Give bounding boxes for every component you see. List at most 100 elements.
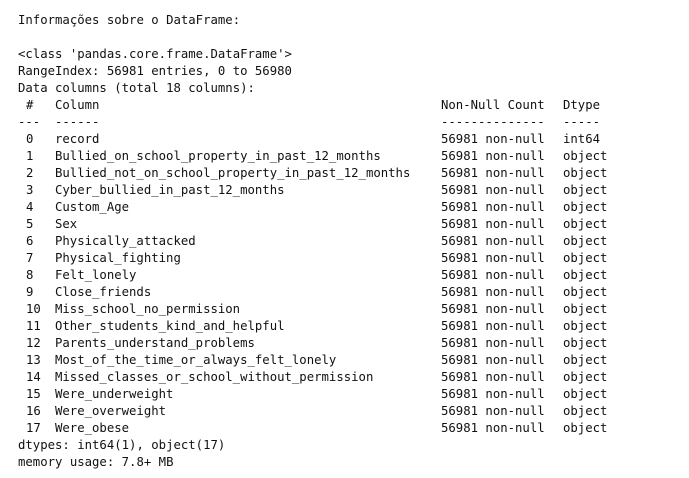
row-column-name: Cyber_bullied_in_past_12_months — [55, 183, 285, 197]
row-non-null-count: 56981 non-null — [441, 370, 545, 384]
row-dtype: object — [563, 166, 608, 180]
row-column-name: Sex — [55, 217, 78, 231]
row-non-null-count: 56981 non-null — [441, 268, 545, 282]
row-num: 12 — [26, 336, 41, 350]
table-row: 6 Physically_attacked 56981 non-null object — [0, 233, 689, 250]
row-dtype: object — [563, 302, 608, 316]
table-row: 11 Other_students_kind_and_helpful 56981 n… — [0, 318, 689, 335]
class-line: <class 'pandas.core.frame.DataFrame'> — [18, 47, 292, 61]
row-column-name: Other_students_kind_and_helpful — [55, 319, 285, 333]
row-non-null-count: 56981 non-null — [441, 421, 545, 435]
output-heading: Informações sobre o DataFrame: — [18, 13, 241, 27]
row-num: 0 — [26, 132, 34, 146]
row-column-name: record — [55, 132, 100, 146]
row-column-name: Close_friends — [55, 285, 152, 299]
row-num: 2 — [26, 166, 34, 180]
table-row: 12 Parents_understand_problems 56981 non-n… — [0, 335, 689, 352]
table-row: 4 Custom_Age 56981 non-null object — [0, 199, 689, 216]
row-non-null-count: 56981 non-null — [441, 404, 545, 418]
separator-num: --- — [18, 115, 41, 129]
row-num: 10 — [26, 302, 41, 316]
notebook-output: Informações sobre o DataFrame: <class 'p… — [0, 0, 689, 478]
row-column-name: Bullied_not_on_school_property_in_past_1… — [55, 166, 411, 180]
row-column-name: Physical_fighting — [55, 251, 181, 265]
row-dtype: object — [563, 404, 608, 418]
dtypes-line: dtypes: int64(1), object(17) — [18, 438, 226, 452]
row-non-null-count: 56981 non-null — [441, 302, 545, 316]
row-dtype: int64 — [563, 132, 601, 146]
row-num: 7 — [26, 251, 34, 265]
row-num: 6 — [26, 234, 34, 248]
row-non-null-count: 56981 non-null — [441, 387, 545, 401]
row-num: 16 — [26, 404, 41, 418]
row-column-name: Bullied_on_school_property_in_past_12_mo… — [55, 149, 381, 163]
row-column-name: Miss_school_no_permission — [55, 302, 241, 316]
row-column-name: Custom_Age — [55, 200, 130, 214]
row-dtype: object — [563, 319, 608, 333]
table-row: 16 Were_overweight 56981 non-null object — [0, 403, 689, 420]
row-non-null-count: 56981 non-null — [441, 166, 545, 180]
row-dtype: object — [563, 285, 608, 299]
row-non-null-count: 56981 non-null — [441, 336, 545, 350]
row-column-name: Were_obese — [55, 421, 130, 435]
table-row: 13 Most_of_the_time_or_always_felt_lonely… — [0, 352, 689, 369]
table-row: 10 Miss_school_no_permission 56981 non-nul… — [0, 301, 689, 318]
separator-count: -------------- — [441, 115, 545, 129]
row-column-name: Physically_attacked — [55, 234, 196, 248]
row-num: 17 — [26, 421, 41, 435]
row-dtype: object — [563, 387, 608, 401]
separator-dtype: ----- — [563, 115, 601, 129]
row-non-null-count: 56981 non-null — [441, 183, 545, 197]
table-header: # Column Non-Null Count Dtype — [0, 97, 689, 114]
row-dtype: object — [563, 353, 608, 367]
range-index-line: RangeIndex: 56981 entries, 0 to 56980 — [18, 64, 292, 78]
row-non-null-count: 56981 non-null — [441, 319, 545, 333]
row-non-null-count: 56981 non-null — [441, 285, 545, 299]
row-non-null-count: 56981 non-null — [441, 200, 545, 214]
header-column: Column — [55, 98, 100, 112]
table-row: 14 Missed_classes_or_school_without_permi… — [0, 369, 689, 386]
row-non-null-count: 56981 non-null — [441, 149, 545, 163]
table-row: 5 Sex 56981 non-null object — [0, 216, 689, 233]
row-dtype: object — [563, 336, 608, 350]
row-num: 1 — [26, 149, 34, 163]
row-non-null-count: 56981 non-null — [441, 251, 545, 265]
data-columns-line: Data columns (total 18 columns): — [18, 81, 255, 95]
row-num: 15 — [26, 387, 41, 401]
row-num: 13 — [26, 353, 41, 367]
row-num: 5 — [26, 217, 34, 231]
row-num: 4 — [26, 200, 34, 214]
row-non-null-count: 56981 non-null — [441, 132, 545, 146]
row-dtype: object — [563, 234, 608, 248]
row-dtype: object — [563, 421, 608, 435]
row-column-name: Were_overweight — [55, 404, 167, 418]
table-row: 2 Bullied_not_on_school_property_in_past_… — [0, 165, 689, 182]
row-num: 14 — [26, 370, 41, 384]
row-dtype: object — [563, 217, 608, 231]
table-row: 3 Cyber_bullied_in_past_12_months 56981 no… — [0, 182, 689, 199]
row-dtype: object — [563, 268, 608, 282]
row-column-name: Missed_classes_or_school_without_permiss… — [55, 370, 374, 384]
row-column-name: Were_underweight — [55, 387, 174, 401]
row-non-null-count: 56981 non-null — [441, 234, 545, 248]
table-separator: --- ------ -------------- ----- — [0, 114, 689, 131]
memory-line: memory usage: 7.8+ MB — [18, 455, 174, 469]
row-dtype: object — [563, 251, 608, 265]
separator-column: ------ — [55, 115, 100, 129]
row-column-name: Most_of_the_time_or_always_felt_lonely — [55, 353, 337, 367]
header-count: Non-Null Count — [441, 98, 545, 112]
table-row: 8 Felt_lonely 56981 non-null object — [0, 267, 689, 284]
table-row: 0 record 56981 non-null int64 — [0, 131, 689, 148]
row-dtype: object — [563, 149, 608, 163]
header-dtype: Dtype — [563, 98, 601, 112]
row-num: 11 — [26, 319, 41, 333]
table-row: 17 Were_obese 56981 non-null object — [0, 420, 689, 437]
row-dtype: object — [563, 370, 608, 384]
row-num: 3 — [26, 183, 34, 197]
table-row: 1 Bullied_on_school_property_in_past_12_m… — [0, 148, 689, 165]
row-column-name: Parents_understand_problems — [55, 336, 255, 350]
table-row: 15 Were_underweight 56981 non-null object — [0, 386, 689, 403]
row-column-name: Felt_lonely — [55, 268, 137, 282]
row-non-null-count: 56981 non-null — [441, 353, 545, 367]
row-num: 8 — [26, 268, 34, 282]
